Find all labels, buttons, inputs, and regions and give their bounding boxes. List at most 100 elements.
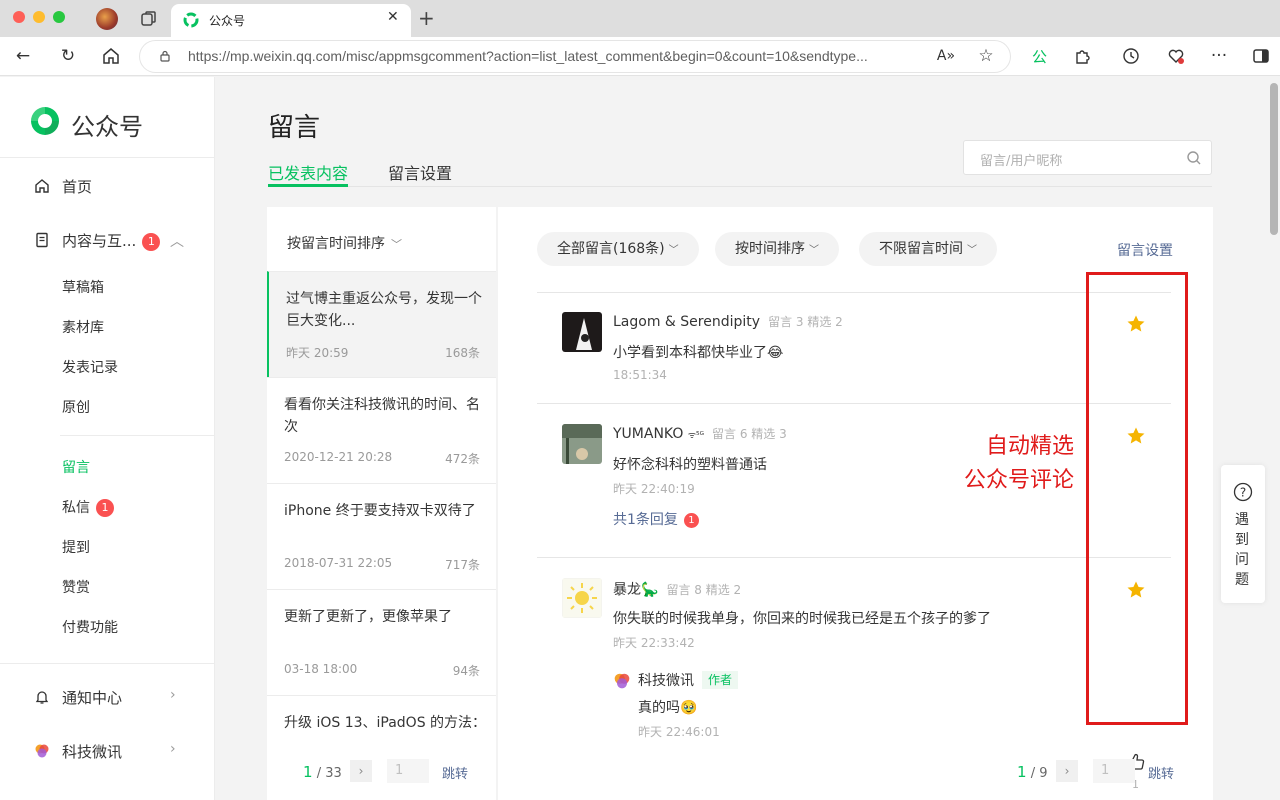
chevron-right-icon[interactable]: ›	[170, 741, 176, 757]
active-tab-indicator	[268, 184, 348, 187]
article-item[interactable]: 过气博主重返公众号，发现一个巨大变化... 昨天 20:59 168条	[267, 271, 496, 377]
avatar[interactable]	[562, 578, 602, 618]
help-label: 遇到问题	[1235, 512, 1249, 588]
profile-avatar[interactable]	[96, 8, 118, 30]
nav-home[interactable]: 首页	[34, 176, 92, 197]
wechat-mp-logo-icon	[183, 12, 199, 28]
view-replies-link[interactable]: 共1条回复 1	[613, 509, 699, 529]
nav-messages-label: 私信	[62, 500, 90, 516]
chevron-down-icon: ﹀	[809, 245, 819, 256]
browser-tab-active[interactable]: 公众号 ✕	[171, 4, 411, 37]
scrollbar-thumb[interactable]	[1270, 83, 1278, 235]
nav-materials[interactable]: 素材库	[62, 317, 104, 337]
lock-icon	[160, 50, 170, 62]
article-item[interactable]: 更新了更新了，更像苹果了 03-18 18:00 94条	[267, 589, 496, 695]
wechat-extension-icon[interactable]: 公	[1030, 46, 1050, 66]
help-widget[interactable]: ? 遇到问题	[1221, 465, 1265, 603]
comment-author-name[interactable]: 暴龙🦕	[613, 582, 658, 598]
nav-notifications[interactable]: 通知中心	[34, 687, 122, 708]
help-question-icon: ?	[1233, 482, 1253, 502]
reload-icon[interactable]: ↻	[57, 45, 79, 67]
tab-close-icon[interactable]: ✕	[387, 9, 399, 25]
nav-publish-records[interactable]: 发表记录	[62, 357, 118, 377]
extensions-icon[interactable]	[1073, 46, 1093, 66]
reply-author-name: 科技微讯	[638, 673, 694, 689]
comment-author-name[interactable]: Lagom & Serendipity	[613, 314, 760, 330]
comment-author-stats: 留言 3 精选 2	[768, 315, 843, 329]
read-aloud-icon[interactable]: A»	[935, 45, 957, 67]
nav-account[interactable]: 科技微讯	[34, 741, 122, 762]
avatar[interactable]	[562, 424, 602, 464]
chevron-down-icon: ﹀	[668, 245, 679, 256]
search-input[interactable]: 留言/用户昵称	[980, 150, 1062, 169]
reply-text: 真的吗🥹	[638, 700, 698, 716]
search-box[interactable]: 留言/用户昵称	[963, 140, 1212, 175]
more-menu-icon[interactable]: ···	[1208, 45, 1230, 67]
page-input[interactable]: 1	[387, 759, 429, 783]
chevron-up-icon[interactable]: ︿	[170, 231, 184, 251]
nav-drafts[interactable]: 草稿箱	[62, 277, 104, 297]
wifi-5g-icon: ᯤ⁵ᴳ	[687, 431, 705, 441]
article-item[interactable]: 看看你关注科技微讯的时间、名次 2020-12-21 20:28 472条	[267, 377, 496, 483]
avatar[interactable]	[562, 312, 602, 352]
filter-all-comments[interactable]: 全部留言(168条) ﹀	[537, 232, 699, 266]
app-area: 公众号 首页 内容与互... 1 ︿ 草稿箱 素材库 发表记录 原创 留言 私信 1…	[0, 77, 1268, 800]
filter-label: 不限留言时间	[879, 241, 963, 257]
address-bar[interactable]: https://mp.weixin.qq.com/misc/appmsgcomm…	[140, 41, 1010, 72]
maximize-window-button[interactable]	[53, 11, 65, 23]
close-window-button[interactable]	[13, 11, 25, 23]
pager-total: / 33	[316, 766, 342, 781]
nav-messages[interactable]: 私信 1	[62, 497, 114, 517]
minimize-window-button[interactable]	[33, 11, 45, 23]
nav-rewards[interactable]: 赞赏	[62, 577, 90, 597]
tab-actions-icon[interactable]	[140, 10, 158, 28]
filter-sort[interactable]: 按时间排序 ﹀	[715, 232, 839, 266]
pager-total: / 9	[1030, 766, 1048, 781]
divider	[537, 292, 1171, 293]
article-item[interactable]: iPhone 终于要支持双卡双待了 2018-07-31 22:05 717条	[267, 483, 496, 589]
page-scrollbar[interactable]	[1268, 77, 1280, 800]
tab-title: 公众号	[209, 14, 246, 28]
reply-author: 科技微讯 作者	[638, 670, 739, 690]
divider	[0, 663, 215, 664]
next-page-button[interactable]: ›	[1056, 760, 1078, 782]
jump-button[interactable]: 跳转	[442, 763, 468, 782]
home-icon[interactable]	[101, 46, 121, 66]
comment-author-name[interactable]: YUMANKO	[613, 426, 688, 442]
search-icon[interactable]	[1186, 150, 1202, 166]
nav-comments[interactable]: 留言	[62, 457, 90, 477]
filter-time[interactable]: 不限留言时间 ﹀	[859, 232, 997, 266]
tab-published[interactable]: 已发表内容	[268, 160, 348, 184]
article-pager: 1 / 33	[303, 763, 342, 781]
comment-settings-link[interactable]: 留言设置	[1117, 240, 1173, 260]
svg-text:?: ?	[1240, 486, 1246, 500]
article-title: 升级 iOS 13、iPadOS 的方法：	[284, 715, 482, 731]
jump-button[interactable]: 跳转	[1148, 763, 1174, 782]
page-input[interactable]: 1	[1093, 759, 1135, 783]
pager-current: 1	[303, 763, 313, 781]
comment-author-stats: 留言 8 精选 2	[666, 583, 742, 597]
tab-comment-settings[interactable]: 留言设置	[388, 160, 452, 184]
history-icon[interactable]	[1121, 46, 1141, 66]
comment-pager: 1 / 9	[1017, 763, 1047, 781]
nav-original[interactable]: 原创	[62, 397, 90, 417]
nav-content[interactable]: 内容与互... 1	[34, 230, 161, 251]
article-item[interactable]: 升级 iOS 13、iPadOS 的方法：	[267, 695, 496, 737]
sort-dropdown[interactable]: 按留言时间排序 ﹀	[287, 233, 402, 253]
back-icon[interactable]: ←	[12, 45, 34, 67]
favorite-star-icon[interactable]: ☆	[975, 45, 997, 67]
health-icon[interactable]	[1166, 46, 1186, 66]
url-text: https://mp.weixin.qq.com/misc/appmsgcomm…	[188, 48, 868, 64]
new-tab-icon[interactable]: +	[418, 6, 435, 30]
next-page-button[interactable]: ›	[350, 760, 372, 782]
pager-current: 1	[1017, 763, 1027, 781]
nav-paid-features[interactable]: 付费功能	[62, 617, 118, 637]
sort-label: 按留言时间排序	[287, 236, 385, 252]
chevron-right-icon[interactable]: ›	[170, 687, 176, 703]
sidebar-toggle-icon[interactable]	[1252, 47, 1270, 65]
nav-mentions[interactable]: 提到	[62, 537, 90, 557]
svg-text:公: 公	[1032, 48, 1047, 66]
chevron-down-icon: ﹀	[391, 238, 402, 251]
article-date: 2018-07-31 22:05	[284, 556, 393, 570]
article-title: 更新了更新了，更像苹果了	[284, 609, 452, 625]
